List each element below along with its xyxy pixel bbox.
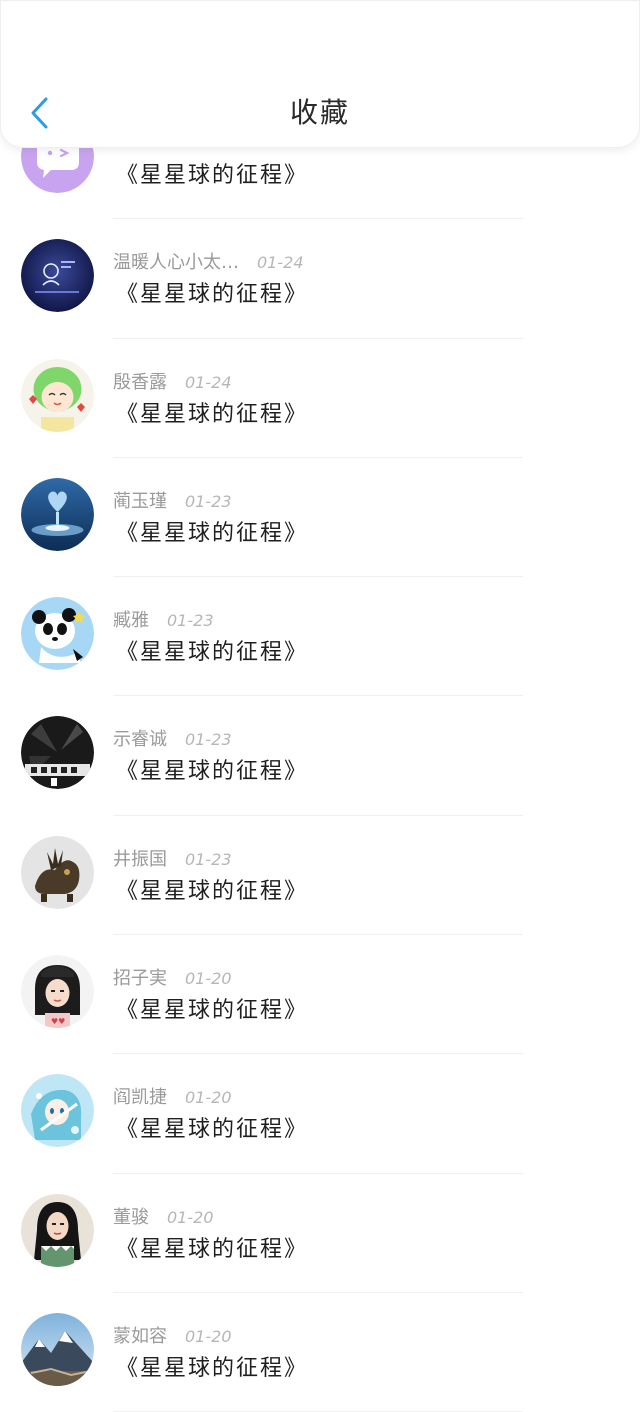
work-title[interactable]: 《星星球的征程》 (116, 995, 308, 1027)
item-date: 01-23 (167, 611, 214, 631)
item-meta: 温暖人心小太… 01-24 (113, 251, 304, 275)
item-date: 01-20 (185, 1088, 232, 1108)
dragon-sculpture-avatar[interactable] (21, 835, 94, 909)
list-item[interactable]: 阎凯捷 01-20 《星星球的征程》 (0, 1054, 640, 1174)
work-title[interactable]: 《星星球的征程》 (116, 399, 308, 431)
favorites-page: 《星星球的征程》 温暖人心小太… 01-24 《星星球的征程》 殷香露 01-2… (0, 0, 640, 1412)
item-meta: 蔺玉瑾 01-23 (113, 490, 232, 514)
work-title[interactable]: 《星星球的征程》 (116, 160, 308, 192)
item-date: 01-20 (185, 969, 232, 989)
list-item[interactable]: 臧雅 01-23 《星星球的征程》 (0, 577, 640, 697)
item-meta: 蒙如容 01-20 (113, 1325, 232, 1349)
item-meta: 董骏 01-20 (113, 1206, 214, 1230)
item-date: 01-23 (185, 491, 232, 511)
list-item[interactable]: ♥♥ 招子実 01-20 《星星球的征程》 (0, 935, 640, 1055)
item-date: 01-20 (185, 1326, 232, 1346)
user-name: 温暖人心小太… (113, 252, 239, 274)
item-meta: 殷香露 01-24 (113, 371, 232, 395)
girl-beanie-avatar[interactable]: ♥♥ (21, 955, 94, 1029)
user-name: 蔺玉瑾 (113, 490, 167, 512)
user-name: 井振国 (113, 848, 167, 870)
item-date: 01-24 (257, 253, 304, 273)
item-meta: 招子実 01-20 (113, 967, 232, 991)
list-item[interactable]: 温暖人心小太… 01-24 《星星球的征程》 (0, 219, 640, 339)
list-item[interactable]: 示睿诚 01-23 《星星球的征程》 (0, 696, 640, 816)
user-name: 董骏 (113, 1206, 149, 1228)
page-title: 收藏 (289, 96, 350, 129)
mountain-avatar[interactable] (21, 1312, 94, 1386)
dark-night-avatar[interactable] (21, 239, 94, 313)
item-date: 01-24 (185, 372, 232, 392)
user-name: 殷香露 (113, 371, 167, 393)
list-item[interactable]: 殷香露 01-24 《星星球的征程》 (0, 339, 640, 458)
list-item[interactable]: 井振国 01-23 《星星球的征程》 (0, 816, 640, 936)
top-nav-bar: 收藏 (0, 0, 640, 148)
work-title[interactable]: 《星星球的征程》 (116, 518, 308, 550)
svg-text:♥♥: ♥♥ (51, 1017, 65, 1026)
user-name: 臧雅 (113, 610, 149, 632)
work-title[interactable]: 《星星球的征程》 (116, 876, 308, 908)
item-date: 01-23 (185, 849, 232, 869)
girl-portrait-avatar[interactable] (21, 1193, 94, 1267)
item-meta: 臧雅 01-23 (113, 609, 214, 633)
user-name: 阎凯捷 (113, 1087, 167, 1109)
list-item[interactable]: 董骏 01-20 《星星球的征程》 (0, 1174, 640, 1293)
item-meta: 井振国 01-23 (113, 848, 232, 872)
list-item[interactable]: 蒙如容 01-20 《星星球的征程》 (0, 1293, 640, 1412)
water-heart-avatar[interactable] (21, 477, 94, 551)
green-hair-girl-avatar[interactable] (21, 358, 94, 432)
user-name: 招子実 (113, 968, 167, 990)
panda-avatar[interactable] (21, 597, 94, 671)
work-title[interactable]: 《星星球的征程》 (116, 756, 308, 788)
user-name: 示睿诚 (113, 729, 167, 751)
item-date: 01-20 (167, 1207, 214, 1227)
dark-wheel-avatar[interactable] (21, 716, 94, 790)
work-title[interactable]: 《星星球的征程》 (116, 1353, 308, 1385)
item-meta: 示睿诚 01-23 (113, 728, 232, 752)
list-item[interactable]: 蔺玉瑾 01-23 《星星球的征程》 (0, 458, 640, 578)
favorites-list: 《星星球的征程》 温暖人心小太… 01-24 《星星球的征程》 殷香露 01-2… (0, 100, 640, 1412)
item-meta: 阎凯捷 01-20 (113, 1086, 232, 1110)
work-title[interactable]: 《星星球的征程》 (116, 1114, 308, 1146)
anime-blue-avatar[interactable] (21, 1074, 94, 1148)
item-date: 01-23 (185, 730, 232, 750)
user-name: 蒙如容 (113, 1325, 167, 1347)
work-title[interactable]: 《星星球的征程》 (116, 279, 308, 311)
work-title[interactable]: 《星星球的征程》 (116, 1234, 308, 1266)
work-title[interactable]: 《星星球的征程》 (116, 637, 308, 669)
